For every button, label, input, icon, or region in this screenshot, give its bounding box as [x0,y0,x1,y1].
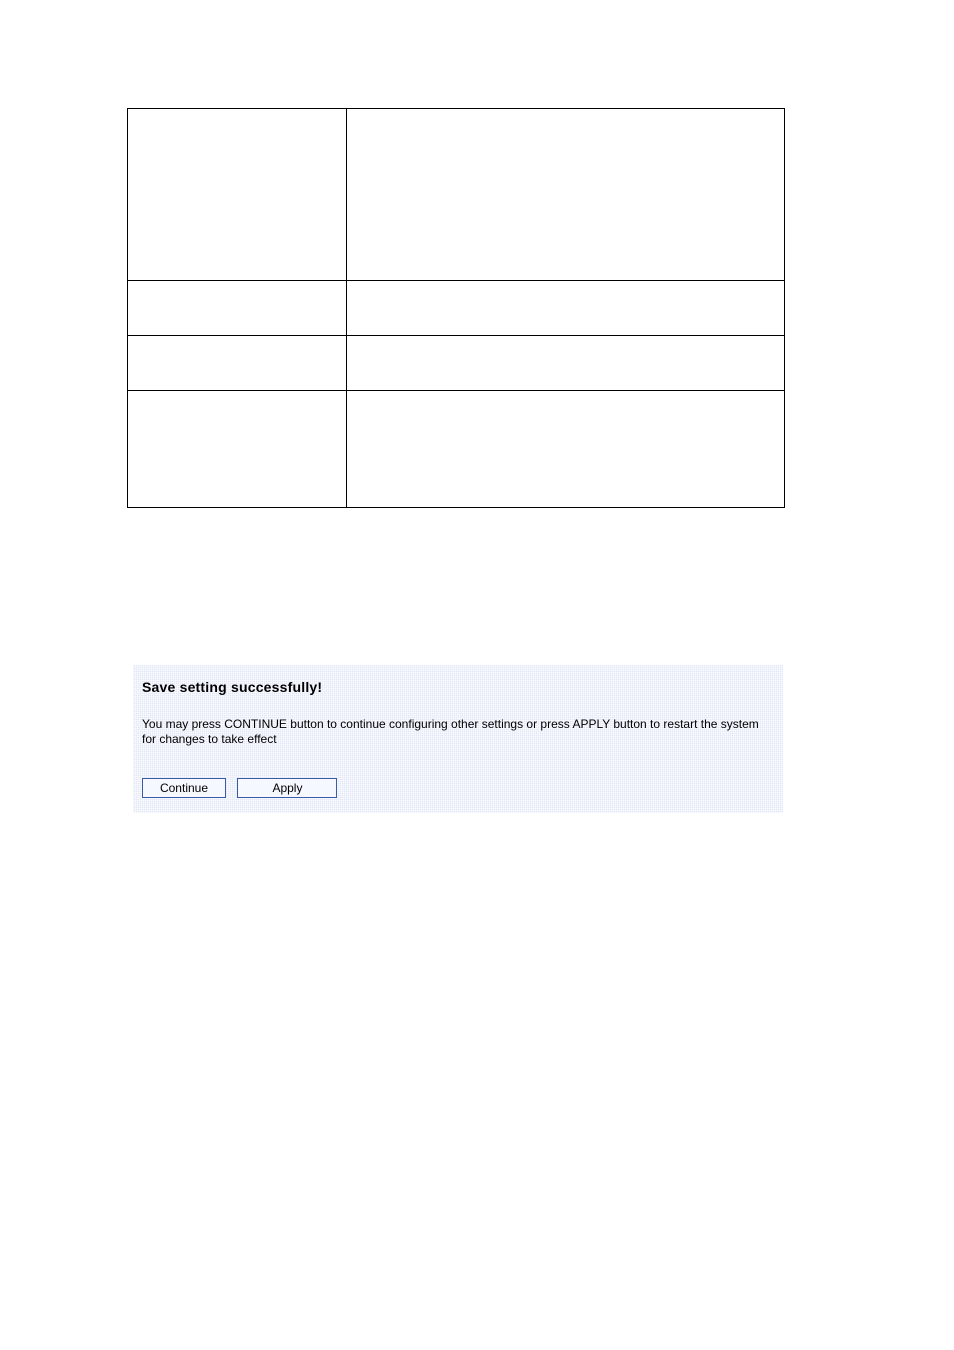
continue-button[interactable]: Continue [142,778,226,798]
apply-button[interactable]: Apply [237,778,337,798]
desc-cell [347,281,785,336]
table-row [128,391,785,508]
desc-cell [347,391,785,508]
save-confirmation-panel: Save setting successfully! You may press… [133,665,783,813]
table-row [128,109,785,281]
table-row [128,336,785,391]
desc-cell [347,336,785,391]
table-row [128,281,785,336]
button-row: Continue Apply [142,778,337,798]
save-description: You may press CONTINUE button to continu… [142,717,774,747]
param-cell [128,391,347,508]
param-cell [128,281,347,336]
save-title: Save setting successfully! [142,679,322,695]
desc-cell [347,109,785,281]
parameters-table [127,108,785,508]
param-cell [128,336,347,391]
page: Save setting successfully! You may press… [0,0,954,1350]
param-cell [128,109,347,281]
